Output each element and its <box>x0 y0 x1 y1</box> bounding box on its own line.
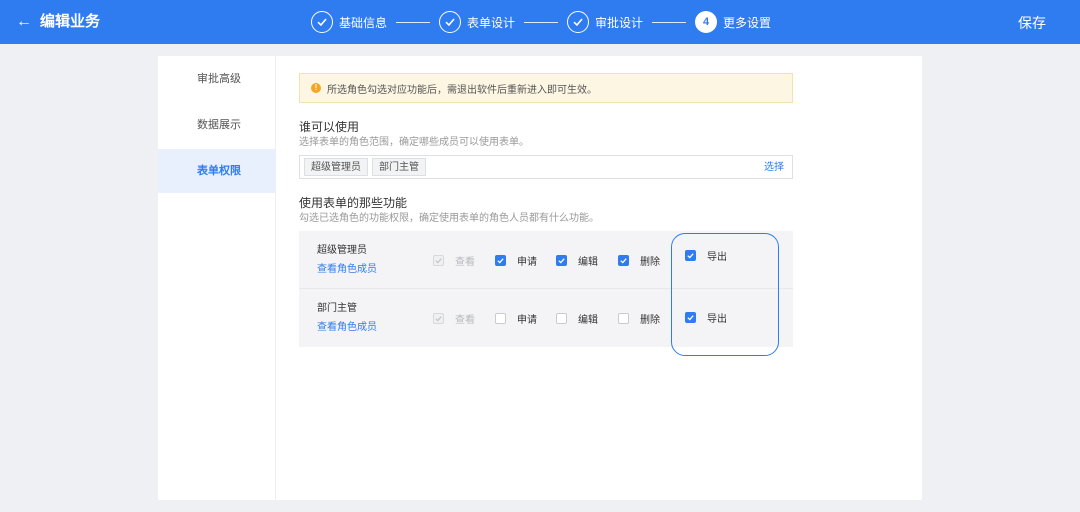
warning-icon: ! <box>311 83 321 93</box>
perm-edit[interactable]: 编辑 <box>556 253 598 268</box>
back-arrow-icon[interactable]: ← <box>14 12 34 32</box>
sidebar-item-approval-advanced[interactable]: 审批高级 <box>158 57 275 101</box>
export-column-highlight <box>671 233 779 356</box>
step-more-settings[interactable]: 4 更多设置 <box>695 11 771 33</box>
step-approval-design[interactable]: 审批设计 <box>567 11 643 33</box>
step-basic-info[interactable]: 基础信息 <box>311 11 387 33</box>
page-title: 编辑业务 <box>40 13 101 30</box>
delete-checkbox[interactable] <box>618 255 629 266</box>
perm-label: 查看 <box>455 315 475 326</box>
view-checkbox <box>433 255 444 266</box>
role-name: 部门主管 <box>317 303 357 314</box>
perm-apply[interactable]: 申请 <box>495 311 537 326</box>
notice-banner: ! 所选角色勾选对应功能后，需退出软件后重新进入即可生效。 <box>299 73 793 103</box>
view-role-members-link[interactable]: 查看角色成员 <box>317 321 377 335</box>
perm-edit[interactable]: 编辑 <box>556 311 598 326</box>
edit-checkbox[interactable] <box>556 255 567 266</box>
step-label: 审批设计 <box>595 15 644 30</box>
step-connector <box>652 21 687 23</box>
role-select-field[interactable]: 超级管理员 部门主管 选择 <box>299 155 793 179</box>
perm-label: 编辑 <box>578 315 598 326</box>
perm-apply[interactable]: 申请 <box>495 253 537 268</box>
perm-label: 编辑 <box>578 257 598 268</box>
top-header: ← 编辑业务 基础信息 表单设计 审批设计 4 更多设置 保存 <box>0 0 1080 44</box>
section-desc-who-can-use: 选择表单的角色范围，确定哪些成员可以使用表单。 <box>299 137 529 148</box>
role-name: 超级管理员 <box>317 245 367 256</box>
notice-text: 所选角色勾选对应功能后，需退出软件后重新进入即可生效。 <box>327 84 597 96</box>
step-connector <box>396 21 431 23</box>
select-roles-link[interactable]: 选择 <box>764 161 784 174</box>
perm-label: 删除 <box>640 257 660 268</box>
perm-delete[interactable]: 删除 <box>618 253 660 268</box>
settings-panel: 审批高级 数据展示 表单权限 ! 所选角色勾选对应功能后，需退出软件后重新进入即… <box>158 56 922 500</box>
section-desc-functions: 勾选已选角色的功能权限，确定使用表单的角色人员都有什么功能。 <box>299 213 599 224</box>
check-icon <box>439 11 462 33</box>
delete-checkbox[interactable] <box>618 313 629 324</box>
step-label: 更多设置 <box>723 15 772 30</box>
apply-checkbox[interactable] <box>495 313 506 324</box>
step-progress: 基础信息 表单设计 审批设计 4 更多设置 <box>311 10 771 34</box>
check-icon <box>311 11 333 33</box>
sidebar-item-form-permission[interactable]: 表单权限 <box>158 149 275 193</box>
role-tag: 部门主管 <box>372 158 426 176</box>
edit-checkbox[interactable] <box>556 313 567 324</box>
view-checkbox <box>433 313 444 324</box>
save-button[interactable]: 保存 <box>1018 14 1046 32</box>
view-role-members-link[interactable]: 查看角色成员 <box>317 263 377 277</box>
step-connector <box>524 21 559 23</box>
step-number: 4 <box>695 11 718 33</box>
role-tag: 超级管理员 <box>304 158 368 176</box>
perm-delete[interactable]: 删除 <box>618 311 660 326</box>
perm-label: 查看 <box>455 257 475 268</box>
settings-sidebar: 审批高级 数据展示 表单权限 <box>158 56 276 500</box>
step-label: 表单设计 <box>467 15 516 30</box>
step-label: 基础信息 <box>339 15 388 30</box>
section-title-functions: 使用表单的那些功能 <box>299 196 408 210</box>
perm-label: 申请 <box>517 315 537 326</box>
perm-view: 查看 <box>433 253 475 268</box>
sidebar-item-data-display[interactable]: 数据展示 <box>158 103 275 147</box>
perm-view: 查看 <box>433 311 475 326</box>
section-title-who-can-use: 谁可以使用 <box>299 120 360 134</box>
perm-label: 申请 <box>517 257 537 268</box>
check-icon <box>567 11 590 33</box>
apply-checkbox[interactable] <box>495 255 506 266</box>
step-form-design[interactable]: 表单设计 <box>439 11 515 33</box>
perm-label: 删除 <box>640 315 660 326</box>
